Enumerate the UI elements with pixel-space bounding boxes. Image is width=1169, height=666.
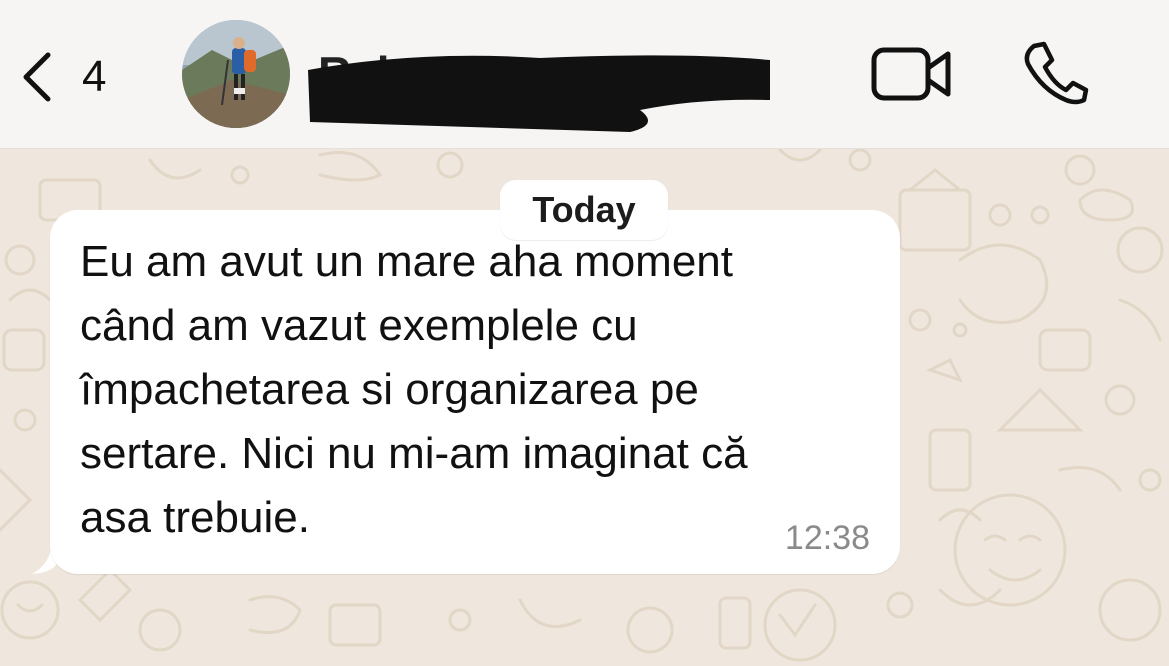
date-divider: Today bbox=[500, 180, 668, 240]
voice-call-button[interactable] bbox=[1020, 40, 1090, 111]
redaction-scribble bbox=[308, 55, 770, 132]
chevron-left-icon bbox=[23, 52, 51, 102]
phone-icon bbox=[1024, 41, 1089, 105]
video-call-button[interactable] bbox=[870, 46, 952, 107]
message-line: împachetarea si organizarea pe bbox=[80, 365, 699, 414]
contact-avatar[interactable] bbox=[182, 20, 290, 128]
message-line: asa trebuie. bbox=[80, 493, 310, 542]
back-button[interactable]: 4 bbox=[20, 42, 140, 112]
message-line: când am vazut exemplele cu bbox=[80, 301, 638, 350]
video-camera-icon bbox=[871, 47, 951, 101]
message-line: sertare. Nici nu mi-am imaginat că bbox=[80, 429, 748, 478]
message-text: Eu am avut un mare aha moment când am va… bbox=[80, 230, 880, 550]
message-timestamp: 12:38 bbox=[784, 519, 870, 557]
unread-count: 4 bbox=[82, 52, 107, 101]
avatar-photo bbox=[182, 20, 290, 128]
message-line: Eu am avut un mare aha moment bbox=[80, 237, 733, 286]
chat-header: 4 Raluca Marmureanu bbox=[0, 0, 1169, 149]
message-bubble[interactable]: Eu am avut un mare aha moment când am va… bbox=[50, 210, 900, 574]
